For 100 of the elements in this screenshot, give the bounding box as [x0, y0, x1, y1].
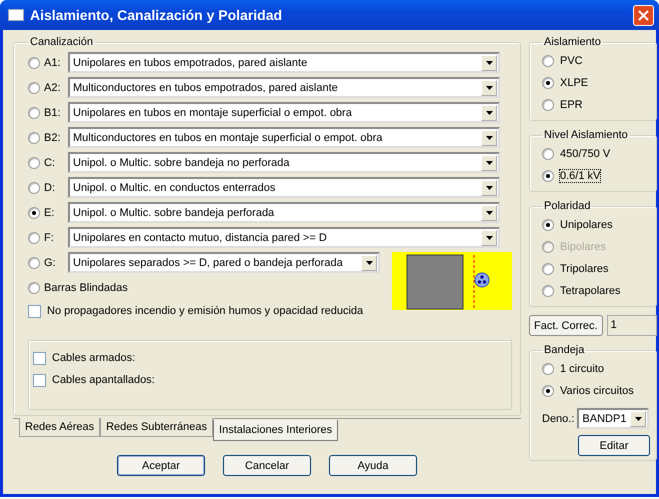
- radio-button[interactable]: [28, 156, 40, 168]
- group-title: Nivel Aislamiento: [543, 129, 629, 141]
- option-label: F:: [44, 232, 55, 244]
- radio-button[interactable]: [28, 282, 40, 294]
- radio-button[interactable]: [28, 256, 40, 268]
- checkbox-label: Cables apantallados:: [52, 374, 155, 386]
- radio-button[interactable]: [28, 182, 40, 194]
- radio-label: 1 circuito: [560, 363, 604, 375]
- dropdown-button[interactable]: [481, 54, 497, 70]
- radio-button[interactable]: [542, 77, 554, 89]
- radio-button[interactable]: [542, 55, 554, 67]
- caret-icon: [486, 60, 492, 64]
- radio-label: Unipolares: [560, 219, 613, 231]
- dropdown[interactable]: Unipol. o Multic. en conductos enterrados: [68, 177, 500, 198]
- dropdown[interactable]: Unipolares separados >= D, pared o bandeja perforada: [68, 252, 380, 273]
- checkbox[interactable]: [33, 352, 46, 364]
- caret-icon: [486, 86, 492, 90]
- group-title: Canalización: [29, 36, 94, 48]
- dropdown[interactable]: Unipolares en contacto mutuo, distancia pared >= D: [68, 227, 500, 248]
- dropdown[interactable]: Unipolares en tubos en montaje superficial o empot. obra: [68, 102, 500, 123]
- window-icon: [8, 9, 24, 21]
- dropdown-value: Unipol. o Multic. en conductos enterrados: [73, 182, 276, 194]
- option-label: D:: [44, 182, 56, 194]
- radio-label: XLPE: [560, 77, 588, 89]
- caret-icon: [486, 136, 492, 140]
- dropdown-button[interactable]: [481, 154, 497, 170]
- radio-label: 0.6/1 kV: [560, 170, 600, 182]
- dialog-button[interactable]: Cancelar: [223, 455, 311, 476]
- dropdown-button[interactable]: [481, 204, 497, 220]
- radio-label: Varios circuitos: [560, 385, 634, 397]
- dropdown-value: Multiconductores en tubos empotrados, pared aislante: [73, 82, 339, 94]
- checkbox[interactable]: [28, 304, 41, 318]
- dropdown-value: Multiconductores en tubos en montaje superficial o empot. obra: [73, 132, 384, 144]
- dropdown[interactable]: Multiconductores en tubos empotrados, pared aislante: [68, 77, 500, 98]
- dialog-button[interactable]: Aceptar: [117, 455, 205, 476]
- dropdown-button[interactable]: [481, 80, 497, 96]
- radio-label: Tripolares: [560, 263, 608, 275]
- tab[interactable]: Redes Subterráneas: [100, 418, 214, 437]
- dropdown[interactable]: Multiconductores en tubos en montaje superficial o empot. obra: [68, 127, 500, 148]
- group-title: Bandeja: [543, 344, 586, 356]
- option-label: G:: [44, 256, 57, 268]
- dropdown-button[interactable]: [481, 104, 497, 120]
- dropdown[interactable]: Unipol. o Multic. sobre bandeja no perforada: [68, 152, 500, 173]
- dropdown-value: Unipol. o Multic. sobre bandeja perforada: [73, 206, 276, 218]
- radio-button[interactable]: [542, 170, 554, 182]
- checkbox-label: Cables armados:: [52, 352, 136, 364]
- radio-label: Tetrapolares: [560, 285, 621, 297]
- dropdown[interactable]: Unipol. o Multic. sobre bandeja perforada: [68, 202, 500, 223]
- group-title: Polaridad: [543, 200, 592, 212]
- radio-button[interactable]: [28, 206, 40, 218]
- dialog-button[interactable]: Ayuda: [329, 455, 417, 476]
- tab[interactable]: Redes Aéreas: [19, 418, 100, 437]
- correction-factor-button[interactable]: Fact. Correc.: [529, 315, 603, 336]
- tab[interactable]: Instalaciones Interiores: [213, 420, 338, 441]
- radio-button[interactable]: [542, 385, 554, 397]
- dropdown-value: Unipolares en tubos en montaje superficial o empot. obra: [73, 106, 353, 118]
- dropdown-value: BANDP1: [582, 412, 628, 424]
- dropdown-button[interactable]: [481, 180, 497, 196]
- dropdown-button[interactable]: [361, 254, 377, 270]
- dropdown[interactable]: BANDP1: [577, 408, 650, 429]
- correction-factor-field[interactable]: 1: [606, 315, 657, 336]
- dropdown-button[interactable]: [481, 130, 497, 146]
- dropdown-value: Unipolares en contacto mutuo, distancia pared >= D: [73, 232, 328, 244]
- window-title: Aislamiento, Canalización y Polaridad: [30, 7, 284, 23]
- checkbox-label: No propagadores incendio y emisión humos y opacidad reducida: [47, 305, 364, 317]
- radio-button[interactable]: [542, 219, 554, 231]
- edit-button[interactable]: Editar: [578, 435, 650, 456]
- option-label: A2:: [44, 82, 62, 94]
- radio-button[interactable]: [28, 82, 40, 94]
- close-icon: [638, 10, 649, 20]
- caret-icon: [486, 186, 492, 190]
- caret-icon: [366, 260, 372, 264]
- caret-icon: [486, 210, 492, 214]
- radio-label: EPR: [560, 99, 583, 111]
- close-button[interactable]: [633, 4, 654, 26]
- dropdown-value: Unipolares separados >= D, pared o bandeja perforada: [73, 256, 344, 268]
- dropdown[interactable]: Unipolares en tubos empotrados, pared aislante: [68, 52, 500, 73]
- radio-button[interactable]: [542, 363, 554, 375]
- radio-label: 450/750 V: [560, 148, 610, 160]
- option-label: B2:: [44, 132, 62, 144]
- field-label: Deno.:: [542, 412, 574, 424]
- caret-icon: [634, 416, 642, 420]
- radio-button[interactable]: [28, 106, 40, 118]
- checkbox[interactable]: [33, 374, 46, 386]
- option-label: Barras Blindadas: [44, 282, 128, 294]
- radio-button[interactable]: [28, 132, 40, 144]
- radio-button[interactable]: [28, 56, 40, 68]
- radio-button[interactable]: [542, 285, 554, 297]
- option-label: C:: [44, 156, 56, 168]
- radio-button[interactable]: [542, 263, 554, 275]
- caret-icon: [486, 160, 492, 164]
- group-title: Aislamiento: [543, 36, 602, 48]
- option-label: E:: [44, 206, 56, 218]
- caret-icon: [486, 110, 492, 114]
- dropdown-button[interactable]: [630, 410, 646, 426]
- dropdown-button[interactable]: [481, 230, 497, 246]
- radio-button[interactable]: [542, 148, 554, 160]
- radio-button[interactable]: [28, 232, 40, 244]
- radio-button[interactable]: [542, 99, 554, 111]
- option-label: B1:: [44, 106, 62, 118]
